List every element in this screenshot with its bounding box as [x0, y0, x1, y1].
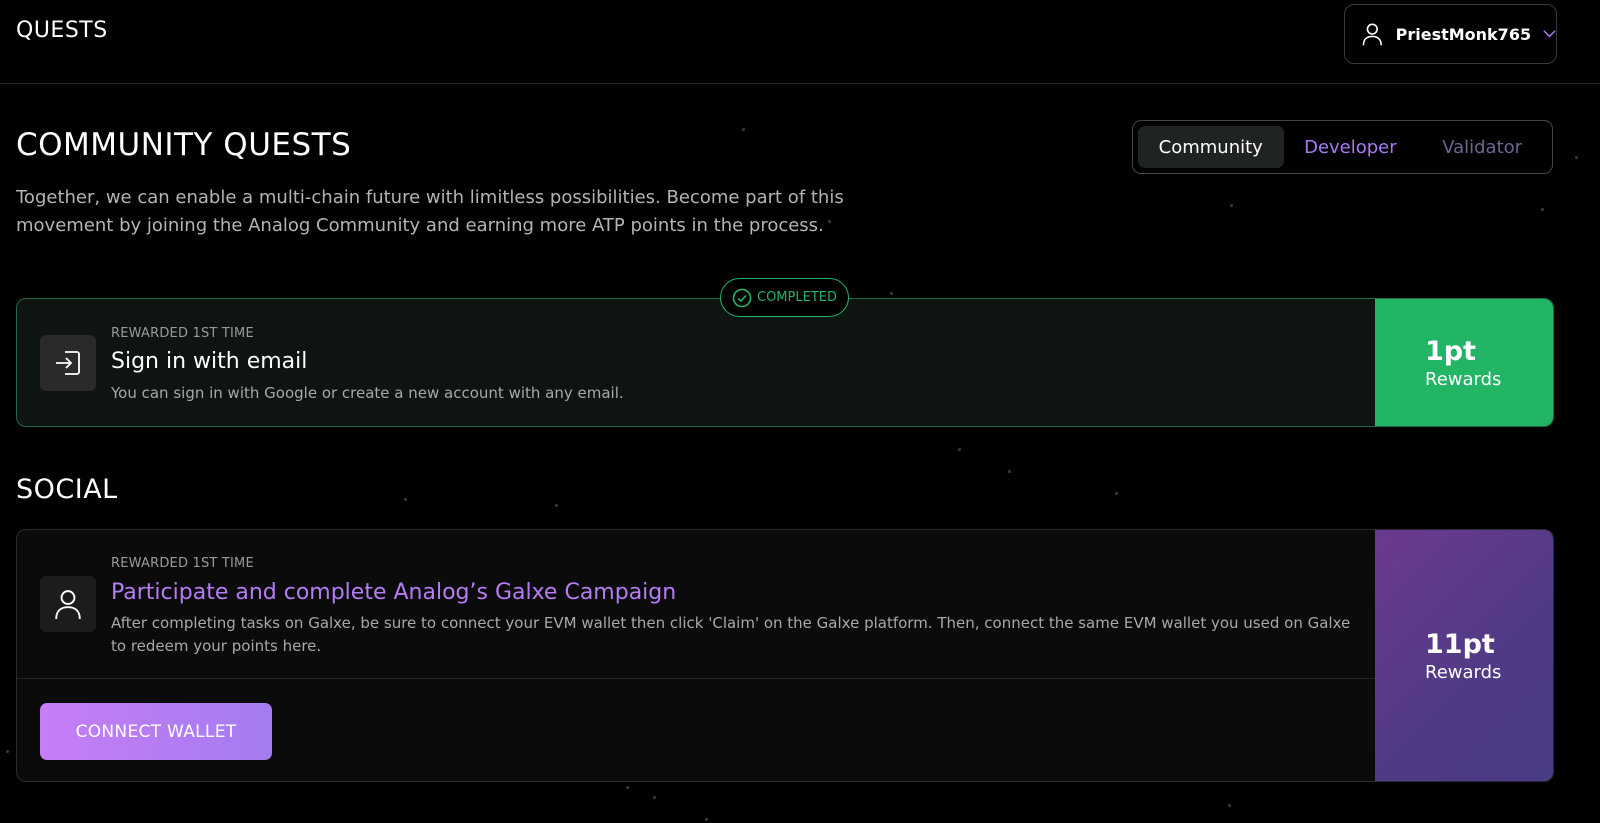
star — [705, 818, 708, 821]
completed-status-badge: COMPLETED — [720, 278, 849, 317]
galxe-campaign-link[interactable]: Participate and complete Analog’s Galxe … — [111, 580, 676, 605]
star — [958, 448, 961, 451]
star — [6, 750, 9, 753]
user-menu-button[interactable]: PriestMonk765 — [1344, 4, 1557, 64]
quest-eyebrow: REWARDED 1ST TIME — [111, 326, 254, 341]
card-divider — [17, 678, 1375, 679]
connect-wallet-button[interactable]: CONNECT WALLET — [40, 703, 272, 760]
quest-description: You can sign in with Google or create a … — [111, 384, 624, 402]
tab-community[interactable]: Community — [1138, 126, 1284, 168]
check-circle-icon — [732, 288, 752, 307]
tab-developer[interactable]: Developer — [1284, 126, 1418, 168]
quest-card-galxe-campaign: REWARDED 1ST TIME Participate and comple… — [16, 529, 1554, 782]
sign-in-icon — [56, 351, 80, 375]
quest-title: Sign in with email — [111, 349, 308, 374]
quest-icon-box — [40, 576, 96, 632]
chevron-down-icon — [1543, 30, 1556, 38]
star — [1008, 470, 1011, 473]
quest-description: After completing tasks on Galxe, be sure… — [111, 614, 1351, 655]
star — [404, 498, 407, 501]
reward-panel: 11pt Rewards — [1375, 530, 1553, 781]
star — [742, 128, 745, 131]
reward-panel: 1pt Rewards — [1375, 299, 1553, 426]
star — [1230, 204, 1233, 207]
star — [653, 796, 656, 799]
social-section-title: SOCIAL — [16, 474, 118, 505]
reward-label: Rewards — [1425, 661, 1502, 683]
quest-card-sign-in-email[interactable]: REWARDED 1ST TIME Sign in with email You… — [16, 298, 1554, 427]
quest-card-body: REWARDED 1ST TIME Participate and comple… — [17, 530, 1375, 781]
user-icon — [55, 590, 81, 620]
star — [1541, 208, 1544, 211]
reward-points: 11pt — [1425, 628, 1495, 660]
community-description: Together, we can enable a multi-chain fu… — [16, 187, 844, 236]
star — [1228, 804, 1231, 807]
completed-label: COMPLETED — [757, 290, 837, 305]
star — [626, 786, 629, 789]
page-title: QUESTS — [16, 18, 108, 43]
community-quests-title: COMMUNITY QUESTS — [16, 127, 352, 163]
star — [555, 504, 558, 507]
quest-eyebrow: REWARDED 1ST TIME — [111, 556, 254, 571]
quest-card-body: REWARDED 1ST TIME Sign in with email You… — [17, 299, 1375, 426]
star — [890, 292, 893, 295]
star — [1575, 156, 1578, 159]
reward-points: 1pt — [1425, 335, 1477, 367]
star — [1115, 492, 1118, 495]
tab-validator[interactable]: Validator — [1417, 126, 1547, 168]
top-header: QUESTS PriestMonk765 — [0, 0, 1600, 84]
quest-category-tabs: Community Developer Validator — [1132, 120, 1553, 174]
username-label: PriestMonk765 — [1395, 24, 1532, 44]
quest-icon-box — [40, 335, 96, 391]
reward-label: Rewards — [1425, 368, 1502, 390]
user-icon — [1362, 23, 1382, 46]
